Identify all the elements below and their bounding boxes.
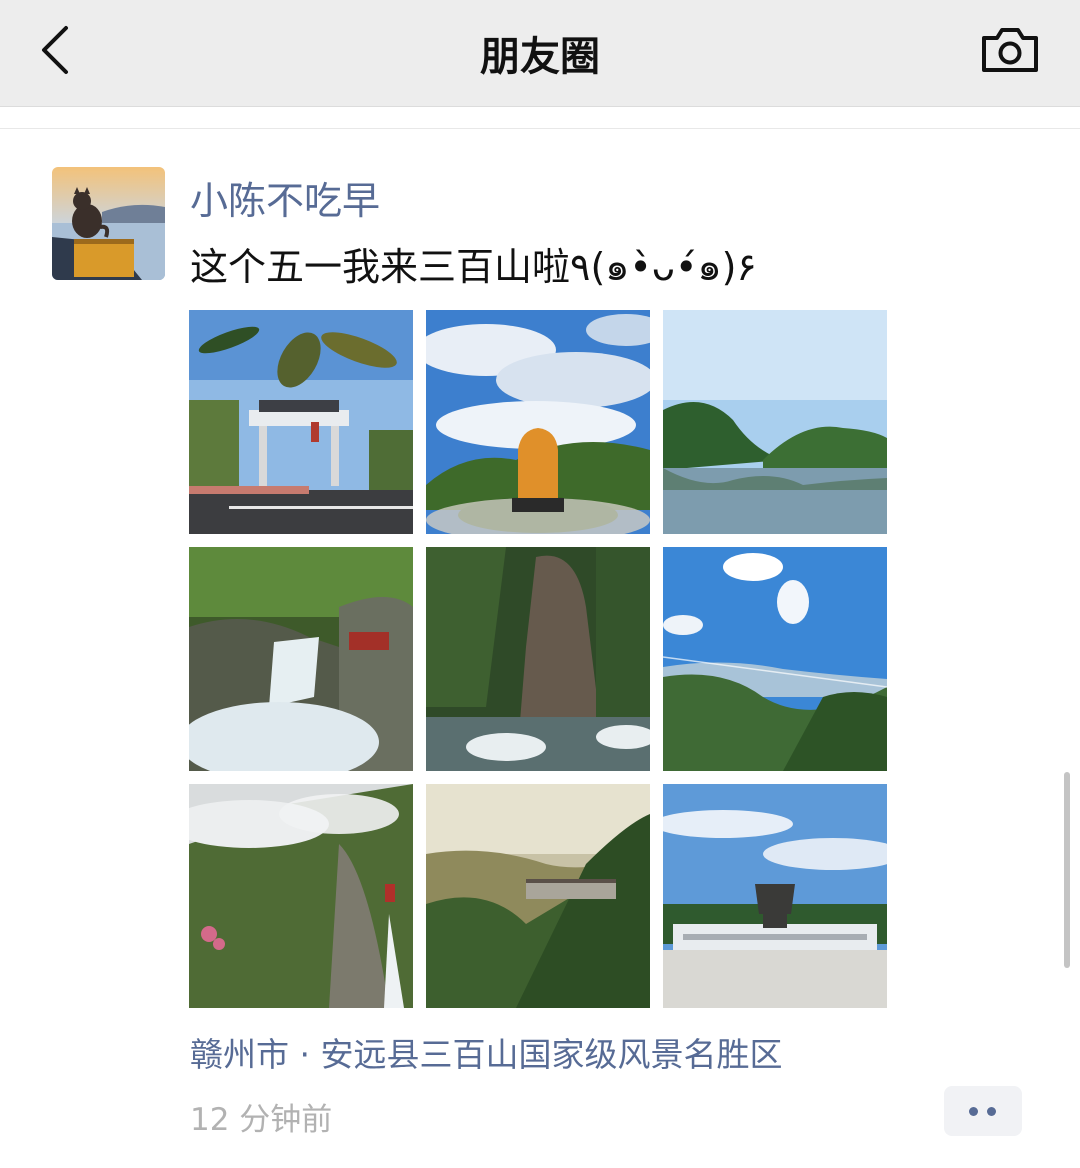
more-actions-button[interactable] [944, 1086, 1022, 1136]
photo-blue-sky-valley[interactable] [663, 547, 887, 771]
nav-bar: 朋友圈 [0, 0, 1080, 107]
post-time: 12 分钟前 [190, 1102, 333, 1138]
photo-grid [189, 310, 888, 1009]
photo-lake-mountain[interactable] [663, 310, 887, 534]
photo-gorge-stream[interactable] [426, 547, 650, 771]
location-link[interactable]: 赣州市 · 安远县三百山国家级风景名胜区 [190, 1028, 782, 1076]
scrollbar[interactable] [1064, 772, 1070, 968]
photo-scenic-gate[interactable] [189, 310, 413, 534]
photo-waterfall[interactable] [189, 547, 413, 771]
post-text: 这个五一我来三百山啦٩(๑•̀ᴗ•́๑)۶ [190, 245, 757, 289]
photo-stone-monument[interactable] [426, 310, 650, 534]
photo-cliff-walkway[interactable] [426, 784, 650, 1008]
camera-icon [982, 28, 1038, 72]
username[interactable]: 小陈不吃早 [190, 170, 380, 225]
photo-misty-cliff[interactable] [189, 784, 413, 1008]
photo-bronze-ding-plaza[interactable] [663, 784, 887, 1008]
divider [0, 128, 1080, 129]
more-dots-icon [969, 1107, 978, 1116]
more-dots-icon [987, 1107, 996, 1116]
camera-button[interactable] [980, 24, 1040, 76]
page-title: 朋友圈 [480, 34, 600, 80]
avatar[interactable] [52, 167, 165, 280]
